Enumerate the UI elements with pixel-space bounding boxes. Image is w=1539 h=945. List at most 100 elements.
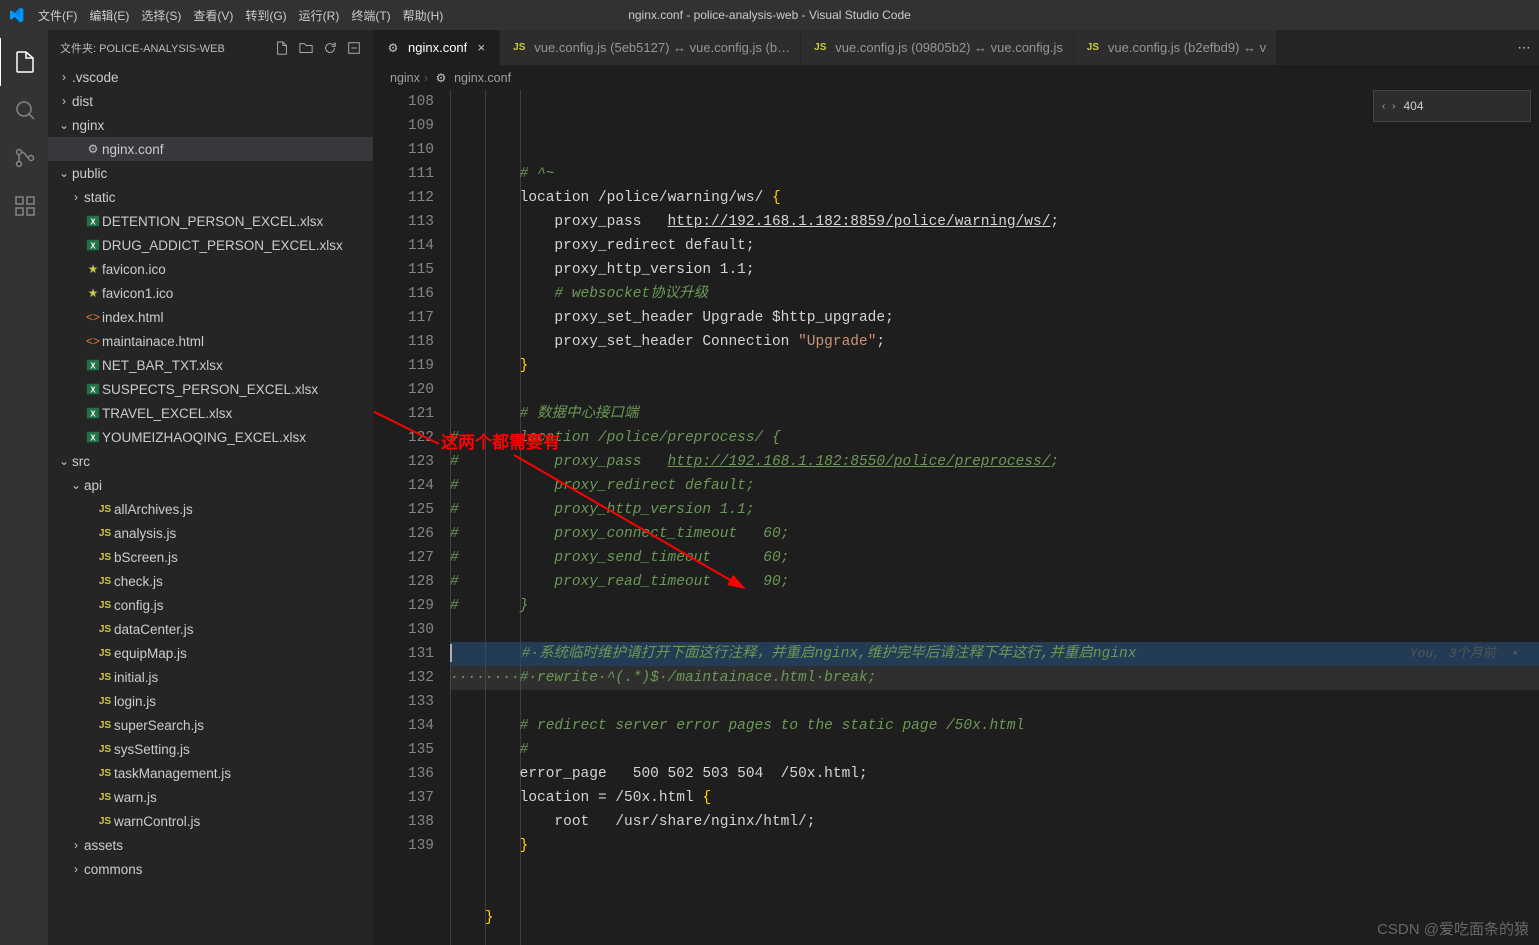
file-row[interactable]: JSinitial.js — [48, 665, 373, 689]
file-row[interactable]: ★favicon.ico — [48, 257, 373, 281]
chevron-icon: ⌄ — [56, 166, 72, 180]
new-file-icon[interactable] — [275, 41, 289, 55]
js-icon: JS — [96, 624, 114, 635]
folder-row[interactable]: ›.vscode — [48, 65, 373, 89]
tab-overflow-icon[interactable]: ⋯ — [1509, 30, 1539, 65]
explorer-tab-icon[interactable] — [0, 38, 49, 86]
breadcrumb-folder[interactable]: nginx — [390, 71, 420, 85]
star-icon: ★ — [84, 262, 102, 276]
file-row[interactable]: JSwarn.js — [48, 785, 373, 809]
breadcrumb-file[interactable]: nginx.conf — [454, 71, 511, 85]
line-gutter: 1081091101111121131141151161171181191201… — [374, 90, 450, 945]
folder-row[interactable]: ›static — [48, 185, 373, 209]
file-row[interactable]: <>maintainace.html — [48, 329, 373, 353]
sidebar-header: 文件夹: POLICE-ANALYSIS-WEB — [48, 30, 373, 65]
file-row[interactable]: JSbScreen.js — [48, 545, 373, 569]
svg-text:X: X — [90, 410, 96, 419]
star-icon: ★ — [84, 286, 102, 300]
file-row[interactable]: XTRAVEL_EXCEL.xlsx — [48, 401, 373, 425]
close-icon[interactable]: × — [473, 40, 489, 55]
new-folder-icon[interactable] — [299, 41, 313, 55]
menu-item[interactable]: 终端(T) — [345, 9, 396, 23]
menu-item[interactable]: 选择(S) — [135, 9, 187, 23]
js-icon: JS — [96, 504, 114, 515]
svg-text:X: X — [90, 386, 96, 395]
svg-text:X: X — [90, 242, 96, 251]
folder-row[interactable]: ›commons — [48, 857, 373, 881]
file-row[interactable]: XYOUMEIZHAOQING_EXCEL.xlsx — [48, 425, 373, 449]
js-icon: JS — [96, 576, 114, 587]
chevron-left-icon[interactable]: ‹ — [1382, 101, 1385, 112]
breadcrumb[interactable]: nginx › ⚙ nginx.conf — [374, 65, 1539, 90]
file-row[interactable]: JStaskManagement.js — [48, 761, 373, 785]
file-row[interactable]: JSequipMap.js — [48, 641, 373, 665]
menu-item[interactable]: 文件(F) — [32, 9, 83, 23]
git-blame: You, 3个月前 • — [1410, 642, 1519, 666]
menu-item[interactable]: 转到(G) — [239, 9, 292, 23]
html-icon: <> — [84, 310, 102, 324]
excel-icon: X — [84, 430, 102, 444]
chevron-icon: › — [68, 190, 84, 204]
file-row[interactable]: JScheck.js — [48, 569, 373, 593]
refresh-icon[interactable] — [323, 41, 337, 55]
vscode-logo-icon — [8, 7, 24, 23]
file-tree[interactable]: ›.vscode›dist⌄nginx⚙nginx.conf⌄public›st… — [48, 65, 373, 945]
editor-area: ⚙nginx.conf×JSvue.config.js (5eb5127) ↔ … — [374, 30, 1539, 945]
gear-icon: ⚙ — [84, 142, 102, 156]
excel-icon: X — [84, 406, 102, 420]
js-icon: JS — [1084, 42, 1102, 53]
editor-tabs[interactable]: ⚙nginx.conf×JSvue.config.js (5eb5127) ↔ … — [374, 30, 1509, 65]
file-row[interactable]: ⚙nginx.conf — [48, 137, 373, 161]
excel-icon: X — [84, 238, 102, 252]
file-row[interactable]: JSanalysis.js — [48, 521, 373, 545]
chevron-icon: ⌄ — [68, 478, 84, 492]
chevron-icon: ⌄ — [56, 118, 72, 132]
file-row[interactable]: XDETENTION_PERSON_EXCEL.xlsx — [48, 209, 373, 233]
menu-item[interactable]: 查看(V) — [187, 9, 239, 23]
svg-text:X: X — [90, 218, 96, 227]
file-row[interactable]: XDRUG_ADDICT_PERSON_EXCEL.xlsx — [48, 233, 373, 257]
file-row[interactable]: JSsuperSearch.js — [48, 713, 373, 737]
activity-bar — [0, 30, 48, 945]
editor-tab[interactable]: JSvue.config.js (5eb5127) ↔ vue.config.j… — [500, 30, 801, 65]
file-row[interactable]: XSUSPECTS_PERSON_EXCEL.xlsx — [48, 377, 373, 401]
editor-tab[interactable]: JSvue.config.js (09805b2) ↔ vue.config.j… — [801, 30, 1074, 65]
scm-tab-icon[interactable] — [0, 134, 49, 182]
folder-row[interactable]: ⌄src — [48, 449, 373, 473]
file-row[interactable]: JSdataCenter.js — [48, 617, 373, 641]
file-row[interactable]: JSconfig.js — [48, 593, 373, 617]
menu-item[interactable]: 帮助(H) — [397, 9, 450, 23]
file-row[interactable]: JSallArchives.js — [48, 497, 373, 521]
code-editor[interactable]: # ^~ location /police/warning/ws/ { prox… — [450, 90, 1539, 945]
js-icon: JS — [96, 744, 114, 755]
collapse-icon[interactable] — [347, 41, 361, 55]
chevron-right-icon[interactable]: › — [1392, 101, 1395, 112]
file-row[interactable]: <>index.html — [48, 305, 373, 329]
editor-tab[interactable]: JSvue.config.js (b2efbd9) ↔ v — [1074, 30, 1277, 65]
js-icon: JS — [510, 42, 528, 53]
editor-tab[interactable]: ⚙nginx.conf× — [374, 30, 500, 65]
file-row[interactable]: JSlogin.js — [48, 689, 373, 713]
menu-item[interactable]: 运行(R) — [293, 9, 346, 23]
svg-text:X: X — [90, 362, 96, 371]
js-icon: JS — [96, 552, 114, 563]
folder-row[interactable]: ⌄nginx — [48, 113, 373, 137]
search-tab-icon[interactable] — [0, 86, 49, 134]
folder-row[interactable]: ›dist — [48, 89, 373, 113]
file-row[interactable]: ★favicon1.ico — [48, 281, 373, 305]
folder-row[interactable]: ⌄api — [48, 473, 373, 497]
file-row[interactable]: JSsysSetting.js — [48, 737, 373, 761]
chevron-icon: › — [68, 838, 84, 852]
folder-row[interactable]: ⌄public — [48, 161, 373, 185]
chevron-icon: › — [56, 94, 72, 108]
chevron-icon: › — [68, 862, 84, 876]
file-row[interactable]: XNET_BAR_TXT.xlsx — [48, 353, 373, 377]
menu-item[interactable]: 编辑(E) — [83, 9, 135, 23]
find-result-box[interactable]: ‹ › 404 — [1373, 90, 1531, 122]
chevron-icon: › — [56, 70, 72, 84]
titlebar: 文件(F)编辑(E)选择(S)查看(V)转到(G)运行(R)终端(T)帮助(H)… — [0, 0, 1539, 30]
extensions-tab-icon[interactable] — [0, 182, 49, 230]
folder-row[interactable]: ›assets — [48, 833, 373, 857]
file-row[interactable]: JSwarnControl.js — [48, 809, 373, 833]
explorer-sidebar: 文件夹: POLICE-ANALYSIS-WEB ›.vscode›dist⌄n… — [48, 30, 374, 945]
